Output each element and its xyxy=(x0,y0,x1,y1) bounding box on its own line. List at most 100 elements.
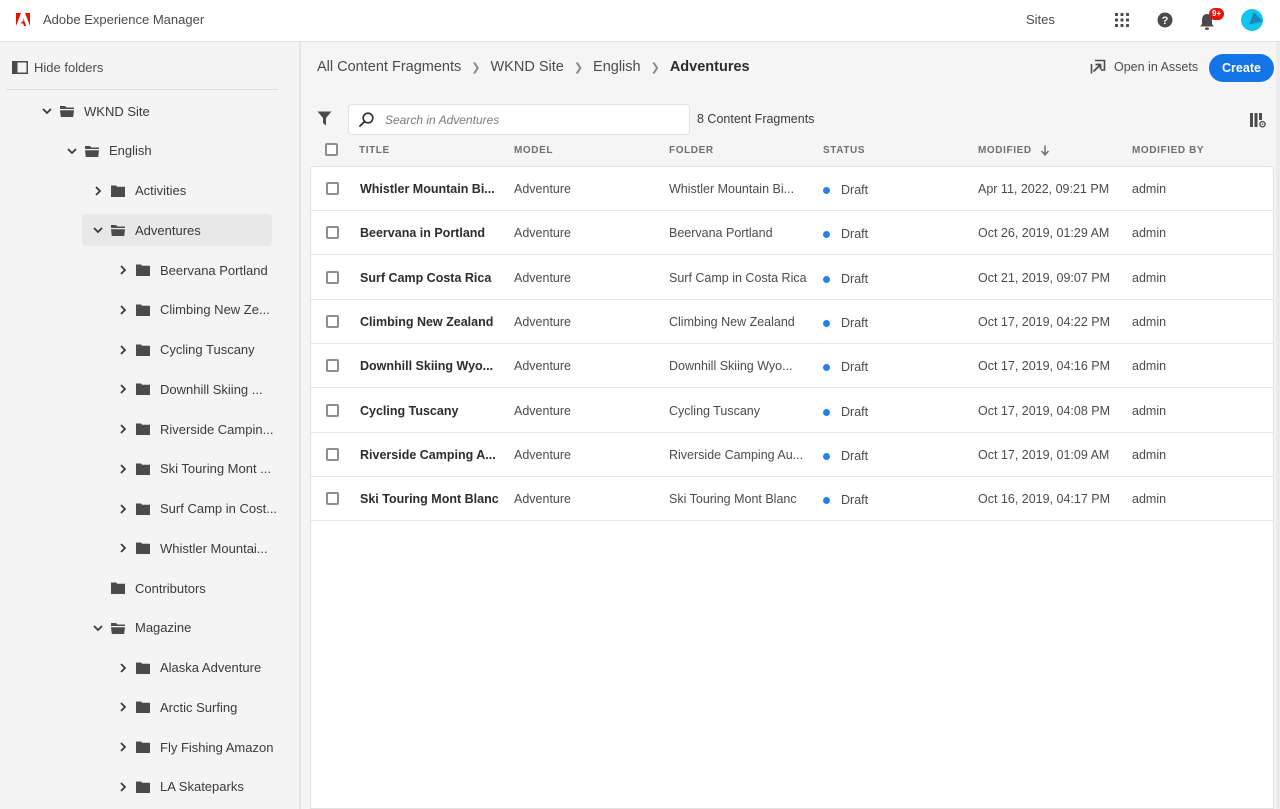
tree-item[interactable]: Contributors xyxy=(92,572,206,604)
app-title[interactable]: Adobe Experience Manager xyxy=(43,12,204,27)
chevron-right-icon[interactable] xyxy=(117,383,129,395)
cell-status: Draft xyxy=(841,315,869,330)
filter-icon[interactable] xyxy=(317,111,332,126)
adobe-logo-icon[interactable] xyxy=(16,13,30,26)
tree-item[interactable]: Arctic Surfing xyxy=(117,691,237,723)
breadcrumb-english[interactable]: English xyxy=(593,59,641,75)
column-header-status[interactable]: STATUS xyxy=(823,145,865,156)
status-dot-icon xyxy=(823,231,830,239)
table-row[interactable]: Climbing New Zealand Adventure Climbing Ne… xyxy=(311,300,1273,344)
chevron-right-icon[interactable] xyxy=(92,185,104,197)
table-row[interactable]: Ski Touring Mont Blanc Adventure Ski Touri… xyxy=(311,477,1273,522)
grid-icon[interactable] xyxy=(1114,12,1130,28)
tree-item[interactable]: Fly Fishing Amazon xyxy=(117,731,273,763)
top-header: Adobe Experience Manager Sites ? 9+ xyxy=(0,0,1280,42)
chevron-right-icon[interactable] xyxy=(117,344,129,356)
column-header-modified-by[interactable]: MODIFIED BY xyxy=(1132,145,1204,156)
user-avatar[interactable] xyxy=(1241,9,1263,31)
sort-descending-icon xyxy=(1040,145,1049,156)
tree-item[interactable]: WKND Site xyxy=(41,95,150,127)
tree-item-label: Magazine xyxy=(135,620,192,636)
cell-title[interactable]: Whistler Mountain Bi... xyxy=(360,182,495,196)
folder-icon xyxy=(135,303,151,317)
chevron-right-icon[interactable] xyxy=(117,542,129,554)
tree-item[interactable]: Adventures xyxy=(82,214,272,247)
tree-item[interactable]: Magazine xyxy=(92,612,191,644)
tree-item[interactable]: Riverside Campin... xyxy=(117,413,273,445)
open-in-assets-button[interactable]: Open in Assets xyxy=(1090,59,1198,75)
tree-item[interactable]: Climbing New Ze... xyxy=(117,294,270,326)
tree-item[interactable]: Surf Camp in Cost... xyxy=(117,493,277,525)
column-settings-icon[interactable] xyxy=(1250,112,1266,128)
cell-model: Adventure xyxy=(514,492,571,507)
chevron-right-icon[interactable] xyxy=(117,741,129,753)
folder-sidebar: Hide folders WKND Site English Activities A… xyxy=(0,42,301,809)
row-checkbox[interactable] xyxy=(326,182,339,195)
row-checkbox[interactable] xyxy=(326,359,339,373)
tree-item[interactable]: Ski Touring Mont ... xyxy=(117,453,271,485)
cell-title[interactable]: Climbing New Zealand xyxy=(360,315,493,329)
tree-item-label: LA Skateparks xyxy=(160,779,244,795)
chevron-right-icon[interactable] xyxy=(117,662,129,674)
select-all-checkbox[interactable] xyxy=(325,143,338,156)
row-checkbox[interactable] xyxy=(326,403,339,417)
cell-title[interactable]: Downhill Skiing Wyo... xyxy=(360,359,493,373)
folder-open-icon xyxy=(59,104,75,118)
breadcrumb-all-content-fragments[interactable]: All Content Fragments xyxy=(317,59,461,75)
table-row[interactable]: Cycling Tuscany Adventure Cycling Tuscany D… xyxy=(311,389,1273,433)
cell-title[interactable]: Beervana in Portland xyxy=(360,226,485,240)
column-header-title[interactable]: TITLE xyxy=(359,145,390,156)
tree-item[interactable]: LA Skateparks xyxy=(117,771,244,803)
breadcrumb-wknd-site[interactable]: WKND Site xyxy=(490,59,563,75)
cell-status: Draft xyxy=(841,227,869,242)
notifications-button[interactable]: 9+ xyxy=(1199,8,1225,31)
cell-title[interactable]: Cycling Tuscany xyxy=(360,404,458,418)
cell-title[interactable]: Surf Camp Costa Rica xyxy=(360,271,491,285)
column-header-modified[interactable]: MODIFIED xyxy=(978,145,1050,156)
tree-item[interactable]: Alaska Adventure xyxy=(117,652,261,684)
row-checkbox[interactable] xyxy=(326,270,339,284)
tree-item[interactable]: Activities xyxy=(92,175,186,207)
cell-title[interactable]: Ski Touring Mont Blanc xyxy=(360,492,499,506)
hide-folders-button[interactable]: Hide folders xyxy=(12,60,103,75)
row-checkbox[interactable] xyxy=(326,226,339,240)
table-row[interactable]: Riverside Camping A... Adventure Riverside… xyxy=(311,433,1273,477)
cell-title[interactable]: Riverside Camping A... xyxy=(360,448,496,462)
row-checkbox[interactable] xyxy=(326,447,339,461)
chevron-right-icon[interactable] xyxy=(117,463,129,475)
table-row[interactable]: Downhill Skiing Wyo... Adventure Downhill … xyxy=(311,344,1273,389)
chevron-down-icon[interactable] xyxy=(66,145,78,157)
table-row[interactable]: Beervana in Portland Adventure Beervana Po… xyxy=(311,211,1273,256)
tree-item[interactable]: Whistler Mountai... xyxy=(117,532,268,564)
chevron-right-icon[interactable] xyxy=(117,423,129,435)
help-icon[interactable]: ? xyxy=(1157,12,1173,28)
tree-item-label: Activities xyxy=(135,183,187,198)
table-row[interactable]: Surf Camp Costa Rica Adventure Surf Camp i… xyxy=(311,256,1273,300)
tree-item-label: Riverside Campin... xyxy=(160,421,274,437)
row-checkbox[interactable] xyxy=(326,492,339,506)
tree-item[interactable]: English xyxy=(66,135,152,167)
chevron-down-icon[interactable] xyxy=(92,224,104,236)
search-field[interactable] xyxy=(348,104,690,135)
chevron-right-icon[interactable] xyxy=(117,503,129,515)
chevron-right-icon[interactable] xyxy=(117,701,129,713)
cell-status: Draft xyxy=(841,404,869,419)
tree-item[interactable]: Cycling Tuscany xyxy=(117,334,255,366)
chevron-down-icon[interactable] xyxy=(41,105,53,117)
create-button[interactable]: Create xyxy=(1209,54,1274,82)
chevron-right-icon[interactable] xyxy=(117,304,129,316)
chevron-down-icon[interactable] xyxy=(92,622,104,634)
folder-icon xyxy=(110,581,126,595)
chevron-right-icon[interactable] xyxy=(117,781,129,793)
chevron-right-icon[interactable] xyxy=(117,264,129,276)
tree-item[interactable]: Beervana Portland xyxy=(117,254,268,286)
column-header-model[interactable]: MODEL xyxy=(514,145,553,156)
row-checkbox[interactable] xyxy=(326,314,339,328)
tree-item[interactable]: Downhill Skiing ... xyxy=(117,373,263,405)
search-input[interactable] xyxy=(385,112,665,127)
sites-link[interactable]: Sites xyxy=(1026,12,1055,27)
cell-model: Adventure xyxy=(514,270,571,285)
page-scrollbar[interactable] xyxy=(1276,42,1280,809)
table-row[interactable]: Whistler Mountain Bi... Adventure Whistler… xyxy=(311,167,1273,211)
column-header-folder[interactable]: FOLDER xyxy=(669,145,714,156)
